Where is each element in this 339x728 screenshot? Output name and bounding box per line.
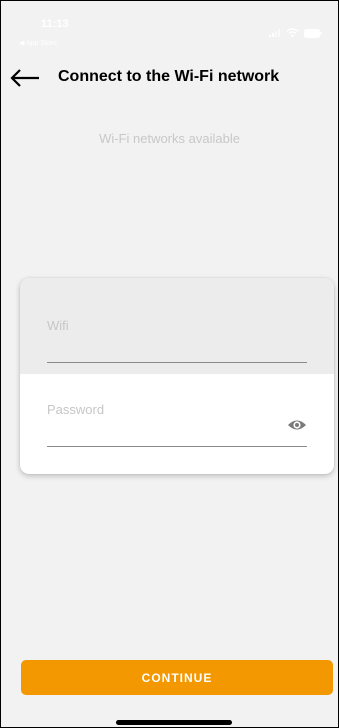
password-field-label: Password xyxy=(47,402,105,417)
wifi-field-label: Wifi xyxy=(47,318,69,333)
wifi-icon xyxy=(286,28,299,38)
status-time: 11:13 xyxy=(41,18,69,30)
continue-button[interactable]: CONTINUE xyxy=(21,660,333,695)
back-arrow-icon[interactable] xyxy=(9,67,41,89)
wifi-underline xyxy=(47,362,307,363)
eye-icon[interactable] xyxy=(287,418,307,432)
status-back-to-app[interactable]: ◀ App Store xyxy=(19,39,57,47)
status-bar: 11:13 ◀ App Store xyxy=(1,1,338,53)
password-underline xyxy=(47,446,307,447)
page-title: Connect to the Wi-Fi network xyxy=(58,68,280,85)
home-indicator xyxy=(116,720,232,725)
signal-icon xyxy=(269,29,280,37)
status-icons xyxy=(269,28,322,38)
battery-icon xyxy=(304,28,322,38)
wifi-form-card: Wifi Password xyxy=(20,278,334,474)
networks-available-label: Wi-Fi networks available xyxy=(99,131,240,146)
password-input[interactable] xyxy=(47,418,307,442)
password-field[interactable]: Password xyxy=(47,402,307,447)
app-screen: 11:13 ◀ App Store Connect to the Wi-Fi n… xyxy=(0,0,339,728)
wifi-field[interactable]: Wifi xyxy=(47,318,307,363)
wifi-input[interactable] xyxy=(47,334,307,358)
header: Connect to the Wi-Fi network xyxy=(1,63,338,93)
